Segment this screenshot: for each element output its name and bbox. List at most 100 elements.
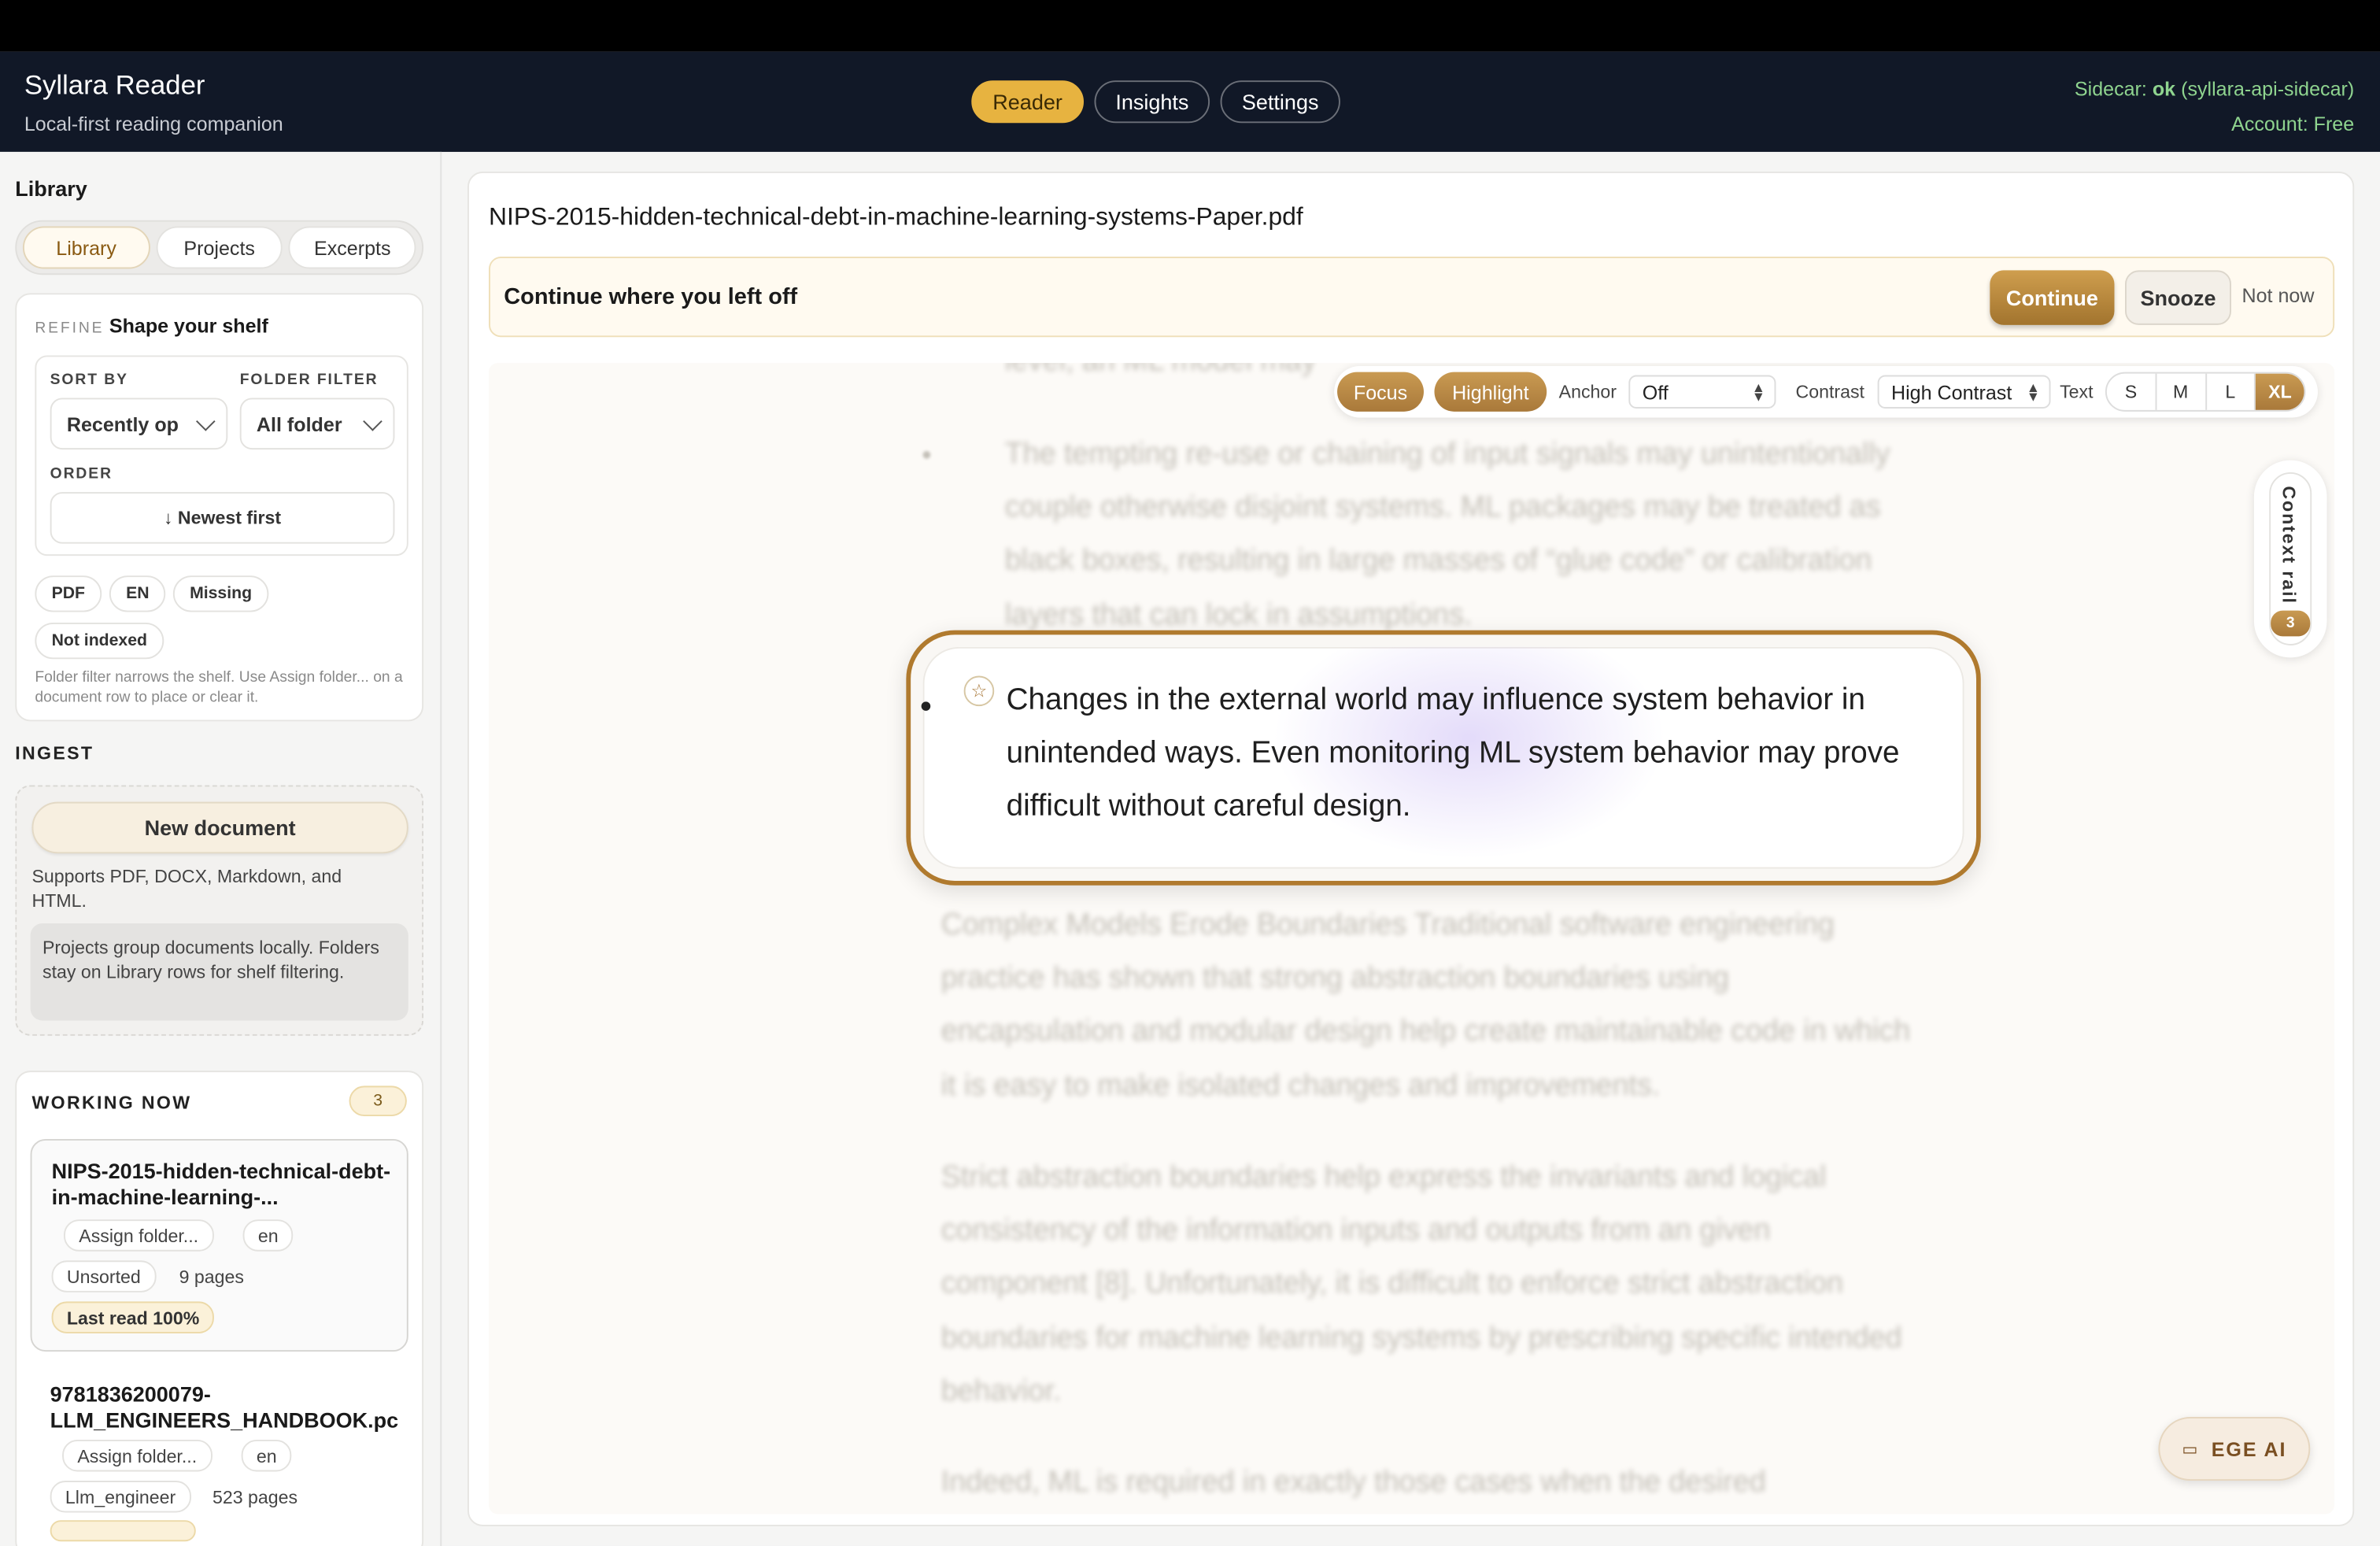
sidecar-prefix: Sidecar: bbox=[2074, 77, 2153, 101]
account-status: Account: Free bbox=[2231, 112, 2355, 135]
doc-folder: Llm_engineer bbox=[50, 1481, 191, 1513]
folder-filter-value: All folder bbox=[256, 412, 342, 435]
refine-title: Shape your shelf bbox=[109, 314, 268, 338]
contrast-label: Contrast bbox=[1795, 381, 1864, 403]
star-icon[interactable]: ☆ bbox=[963, 675, 995, 707]
text-size-s[interactable]: S bbox=[2107, 373, 2157, 410]
context-rail[interactable]: Context rail 3 bbox=[2253, 460, 2327, 658]
working-doc-card[interactable]: 9781836200079-LLM_ENGINEERS_HANDBOOK.pc … bbox=[31, 1363, 408, 1546]
projects-note: Projects group documents locally. Folder… bbox=[30, 923, 408, 1021]
focus-sentence-inner: ☆ Changes in the external world may infl… bbox=[922, 646, 1964, 869]
new-document-button[interactable]: New document bbox=[31, 801, 408, 854]
order-label: ORDER bbox=[50, 466, 113, 483]
working-now-count: 3 bbox=[349, 1086, 407, 1117]
chevron-down-icon bbox=[196, 412, 216, 431]
blurred-paragraph: Strict abstraction boundaries help expre… bbox=[941, 1160, 1902, 1408]
folder-filter-label: FOLDER FILTER bbox=[239, 372, 379, 389]
app-subtitle: Local-first reading companion bbox=[24, 112, 283, 135]
blurred-bullet-text: The tempting re-use or chaining of input… bbox=[1004, 437, 1890, 631]
chip-missing[interactable]: Missing bbox=[172, 575, 269, 612]
doc-folder: Unsorted bbox=[51, 1260, 157, 1293]
order-button[interactable]: ↓ Newest first bbox=[50, 492, 395, 544]
context-rail-inner: Context rail 3 bbox=[2269, 472, 2312, 645]
sidecar-status: Sidecar: ok (syllara-api-sidecar) Accoun… bbox=[2075, 72, 2354, 142]
blurred-bullet bbox=[922, 450, 931, 459]
nav-insights[interactable]: Insights bbox=[1094, 80, 1210, 124]
text-size-l[interactable]: L bbox=[2206, 373, 2256, 410]
focus-sentence: Changes in the external world may influe… bbox=[1006, 683, 1900, 824]
snooze-button[interactable]: Snooze bbox=[2124, 270, 2231, 325]
refine-panel: REFINE Shape your shelf SORT BY FOLDER F… bbox=[15, 293, 424, 722]
ai-button-label: EGE AI bbox=[2211, 1437, 2287, 1460]
window-top-bar bbox=[0, 0, 2380, 52]
text-size-group: S M L XL bbox=[2105, 372, 2306, 412]
not-now-button[interactable]: Not now bbox=[2241, 284, 2314, 307]
context-rail-label: Context rail bbox=[2278, 486, 2300, 605]
sort-by-value: Recently op bbox=[66, 412, 179, 435]
doc-pages: 9 pages bbox=[179, 1266, 244, 1288]
main-nav: Reader Insights Settings bbox=[971, 80, 1340, 124]
working-doc-card[interactable]: NIPS-2015-hidden-technical-debt-in-machi… bbox=[30, 1138, 408, 1352]
continue-button[interactable]: Continue bbox=[1990, 270, 2115, 325]
doc-language: en bbox=[241, 1439, 292, 1472]
doc-pages: 523 pages bbox=[212, 1485, 298, 1507]
folder-filter-select[interactable]: All folder bbox=[239, 398, 395, 450]
chevron-down-icon bbox=[363, 412, 382, 431]
focus-sentence-card: ☆ Changes in the external world may infl… bbox=[906, 630, 1981, 886]
assign-folder-button[interactable]: Assign folder... bbox=[62, 1439, 213, 1472]
sort-by-label: SORT BY bbox=[50, 372, 128, 389]
text-size-xl[interactable]: XL bbox=[2256, 373, 2304, 410]
anchor-label: Anchor bbox=[1558, 381, 1617, 403]
assign-folder-button[interactable]: Assign folder... bbox=[63, 1219, 214, 1252]
chat-icon: ▭ bbox=[2182, 1440, 2200, 1459]
focus-button[interactable]: Focus bbox=[1337, 372, 1424, 412]
sidecar-name: (syllara-api-sidecar) bbox=[2175, 77, 2355, 101]
app-title: Syllara Reader bbox=[24, 69, 205, 101]
doc-name: 9781836200079-LLM_ENGINEERS_HANDBOOK.pc bbox=[50, 1381, 399, 1433]
highlight-button[interactable]: Highlight bbox=[1434, 372, 1547, 412]
chip-en[interactable]: EN bbox=[109, 575, 166, 612]
nav-settings[interactable]: Settings bbox=[1220, 80, 1340, 124]
blurred-paragraph: Complex Models Erode Boundaries Traditio… bbox=[941, 908, 1911, 1102]
supported-formats: Supports PDF, DOCX, Markdown, and HTML. bbox=[31, 865, 342, 912]
last-read-badge bbox=[50, 1520, 196, 1542]
doc-language: en bbox=[242, 1219, 294, 1252]
sort-by-select[interactable]: Recently op bbox=[50, 398, 228, 450]
doc-name: NIPS-2015-hidden-technical-debt-in-machi… bbox=[51, 1159, 391, 1209]
last-read-badge: Last read 100% bbox=[51, 1301, 215, 1333]
ingest-panel: New document Supports PDF, DOCX, Markdow… bbox=[15, 785, 424, 1036]
working-now-panel: WORKING NOW 3 NIPS-2015-hidden-technical… bbox=[15, 1071, 424, 1546]
focus-bullet bbox=[921, 701, 931, 711]
contrast-value: High Contrast bbox=[1890, 380, 2012, 404]
updown-icon: ▲ ▼ bbox=[1751, 379, 1765, 405]
anchor-value: Off bbox=[1642, 380, 1669, 404]
library-title: Library bbox=[15, 176, 87, 201]
working-now-title: WORKING NOW bbox=[31, 1092, 192, 1114]
app-header: Syllara Reader Local-first reading compa… bbox=[0, 51, 2380, 152]
ai-assistant-button[interactable]: ▭ EGE AI bbox=[2158, 1417, 2311, 1481]
nav-reader[interactable]: Reader bbox=[971, 80, 1084, 124]
chip-not-indexed[interactable]: Not indexed bbox=[35, 623, 164, 660]
refine-tag: REFINE bbox=[35, 320, 105, 338]
anchor-select[interactable]: Off ▲ ▼ bbox=[1628, 375, 1776, 409]
sidecar-ok: ok bbox=[2152, 77, 2176, 101]
reader-pane: level, an ML model may The tempting re-u… bbox=[488, 363, 2335, 1515]
continue-text: Continue where you left off bbox=[504, 283, 798, 310]
context-rail-count: 3 bbox=[2271, 610, 2311, 637]
library-tabs: Library Projects Excerpts bbox=[15, 220, 424, 276]
folder-filter-note: Folder filter narrows the shelf. Use Ass… bbox=[35, 669, 403, 707]
chip-pdf[interactable]: PDF bbox=[35, 575, 102, 612]
tab-library[interactable]: Library bbox=[22, 226, 150, 269]
ingest-title: INGEST bbox=[15, 742, 94, 764]
contrast-select[interactable]: High Contrast ▲ ▼ bbox=[1877, 375, 2051, 409]
text-size-m[interactable]: M bbox=[2156, 373, 2207, 410]
sort-box: SORT BY FOLDER FILTER Recently op All fo… bbox=[35, 355, 408, 557]
blurred-paragraph: Indeed, ML is required in exactly those … bbox=[941, 1465, 1766, 1500]
tab-projects[interactable]: Projects bbox=[156, 226, 283, 269]
tab-excerpts[interactable]: Excerpts bbox=[289, 226, 416, 269]
sidebar: Library Library Projects Excerpts REFINE… bbox=[0, 151, 442, 1546]
continue-banner: Continue where you left off Continue Sno… bbox=[488, 257, 2335, 338]
reader-main: NIPS-2015-hidden-technical-debt-in-machi… bbox=[467, 172, 2355, 1526]
document-title: NIPS-2015-hidden-technical-debt-in-machi… bbox=[488, 203, 1303, 231]
updown-icon: ▲ ▼ bbox=[2026, 379, 2040, 405]
